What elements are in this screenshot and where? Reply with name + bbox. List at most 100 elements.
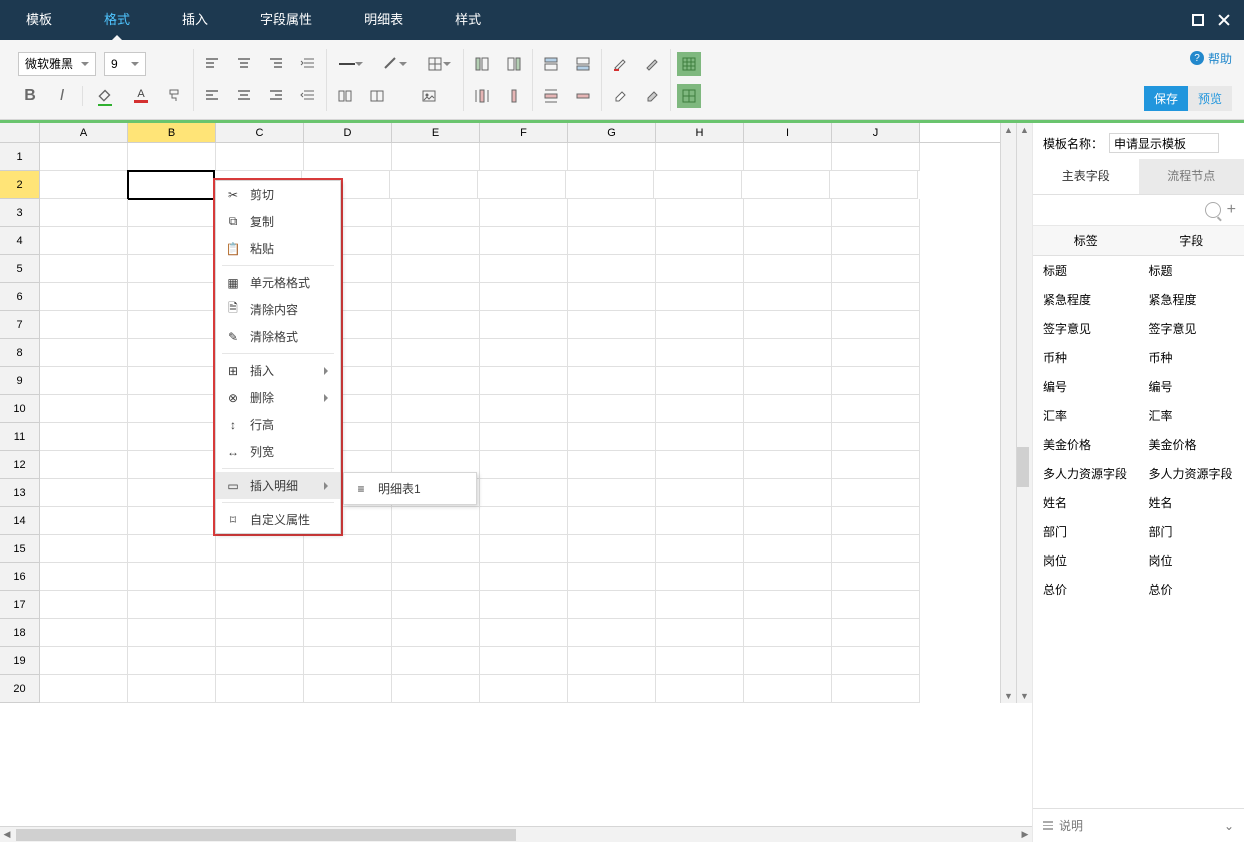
cell[interactable]: [392, 423, 480, 451]
row-header[interactable]: 15: [0, 535, 40, 563]
border-color-button[interactable]: [333, 52, 369, 76]
align-center-icon[interactable]: [232, 84, 256, 108]
cell[interactable]: [568, 339, 656, 367]
cell[interactable]: [656, 311, 744, 339]
row-header[interactable]: 4: [0, 227, 40, 255]
submenu-detail-table[interactable]: ≡明细表1: [344, 473, 476, 504]
cell[interactable]: [568, 199, 656, 227]
cell[interactable]: [392, 143, 480, 171]
cell[interactable]: [216, 535, 304, 563]
column-header[interactable]: J: [832, 123, 920, 142]
cell[interactable]: [392, 199, 480, 227]
tab-field-attr[interactable]: 字段属性: [234, 0, 338, 40]
cell[interactable]: [40, 451, 128, 479]
cell[interactable]: [568, 227, 656, 255]
ctx-col-width[interactable]: ↔列宽: [216, 438, 340, 465]
field-row[interactable]: 多人力资源字段多人力资源字段: [1033, 459, 1244, 488]
cell[interactable]: [480, 423, 568, 451]
cell[interactable]: [744, 395, 832, 423]
indent-icon[interactable]: [296, 52, 320, 76]
cell[interactable]: [128, 535, 216, 563]
ctx-insert[interactable]: ⊞插入: [216, 357, 340, 384]
insert-row-above-icon[interactable]: [539, 52, 563, 76]
row-header[interactable]: 19: [0, 647, 40, 675]
cell[interactable]: [656, 283, 744, 311]
cell[interactable]: [656, 675, 744, 703]
ctx-insert-detail[interactable]: ▭插入明细 ≡明细表1: [216, 472, 340, 499]
fill-color-button[interactable]: [91, 86, 119, 106]
tpl-name-input[interactable]: [1109, 133, 1219, 153]
close-icon[interactable]: [1214, 10, 1234, 30]
grid-view2-icon[interactable]: [677, 84, 701, 108]
cell[interactable]: [744, 311, 832, 339]
cell[interactable]: [40, 339, 128, 367]
field-row[interactable]: 标题标题: [1033, 256, 1244, 285]
column-header[interactable]: A: [40, 123, 128, 142]
cell[interactable]: [744, 283, 832, 311]
cell[interactable]: [480, 535, 568, 563]
cell[interactable]: [480, 591, 568, 619]
cell[interactable]: [216, 143, 304, 171]
add-icon[interactable]: +: [1227, 201, 1236, 219]
cell[interactable]: [568, 395, 656, 423]
cell[interactable]: [128, 479, 216, 507]
cell[interactable]: [480, 199, 568, 227]
cell[interactable]: [480, 339, 568, 367]
cell[interactable]: [656, 255, 744, 283]
scroll-up-icon[interactable]: ▲: [1002, 123, 1016, 137]
cell[interactable]: [216, 591, 304, 619]
row-header[interactable]: 10: [0, 395, 40, 423]
cell[interactable]: [832, 255, 920, 283]
cell[interactable]: [392, 619, 480, 647]
cell[interactable]: [832, 143, 920, 171]
description-bar[interactable]: 说明 ⌄: [1033, 808, 1244, 842]
row-header[interactable]: 1: [0, 143, 40, 171]
merge-left-icon[interactable]: [333, 84, 357, 108]
cell[interactable]: [392, 591, 480, 619]
cell[interactable]: [568, 255, 656, 283]
cell[interactable]: [744, 591, 832, 619]
align-top-center-icon[interactable]: [232, 52, 256, 76]
ctx-cell-format[interactable]: ▦单元格格式: [216, 269, 340, 296]
cell[interactable]: [304, 591, 392, 619]
maximize-icon[interactable]: [1188, 10, 1208, 30]
cell[interactable]: [128, 311, 216, 339]
delete-col2-icon[interactable]: [502, 84, 526, 108]
ctx-clear-content[interactable]: 🗎清除内容: [216, 296, 340, 323]
cell[interactable]: [656, 143, 744, 171]
cell[interactable]: [480, 507, 568, 535]
tab-main-fields[interactable]: 主表字段: [1033, 159, 1139, 194]
insert-col-left-icon[interactable]: [470, 52, 494, 76]
cell[interactable]: [832, 283, 920, 311]
row-header[interactable]: 8: [0, 339, 40, 367]
cell[interactable]: [480, 255, 568, 283]
field-row[interactable]: 签字意见签字意见: [1033, 314, 1244, 343]
cell[interactable]: [832, 647, 920, 675]
cell[interactable]: [568, 367, 656, 395]
cell[interactable]: [40, 367, 128, 395]
ctx-custom-attr[interactable]: ⌑自定义属性: [216, 506, 340, 533]
horizontal-scrollbar[interactable]: ◀ ▶: [0, 826, 1032, 842]
cell[interactable]: [40, 619, 128, 647]
cell[interactable]: [392, 311, 480, 339]
cell[interactable]: [656, 451, 744, 479]
cell[interactable]: [392, 647, 480, 675]
row-header[interactable]: 20: [0, 675, 40, 703]
bold-button[interactable]: B: [18, 84, 42, 108]
cell[interactable]: [304, 143, 392, 171]
row-header[interactable]: 12: [0, 451, 40, 479]
field-row[interactable]: 岗位岗位: [1033, 546, 1244, 575]
field-row[interactable]: 部门部门: [1033, 517, 1244, 546]
cell[interactable]: [40, 563, 128, 591]
row-header[interactable]: 18: [0, 619, 40, 647]
ctx-cut[interactable]: ✂剪切: [216, 181, 340, 208]
cell[interactable]: [744, 143, 832, 171]
align-top-right-icon[interactable]: [264, 52, 288, 76]
scroll-down-icon[interactable]: ▼: [1002, 689, 1016, 703]
cell[interactable]: [744, 507, 832, 535]
scroll-right-icon[interactable]: ▶: [1018, 828, 1032, 842]
cell[interactable]: [478, 171, 566, 199]
font-name-select[interactable]: 微软雅黑: [18, 52, 96, 76]
cell[interactable]: [40, 171, 128, 199]
cell[interactable]: [480, 367, 568, 395]
